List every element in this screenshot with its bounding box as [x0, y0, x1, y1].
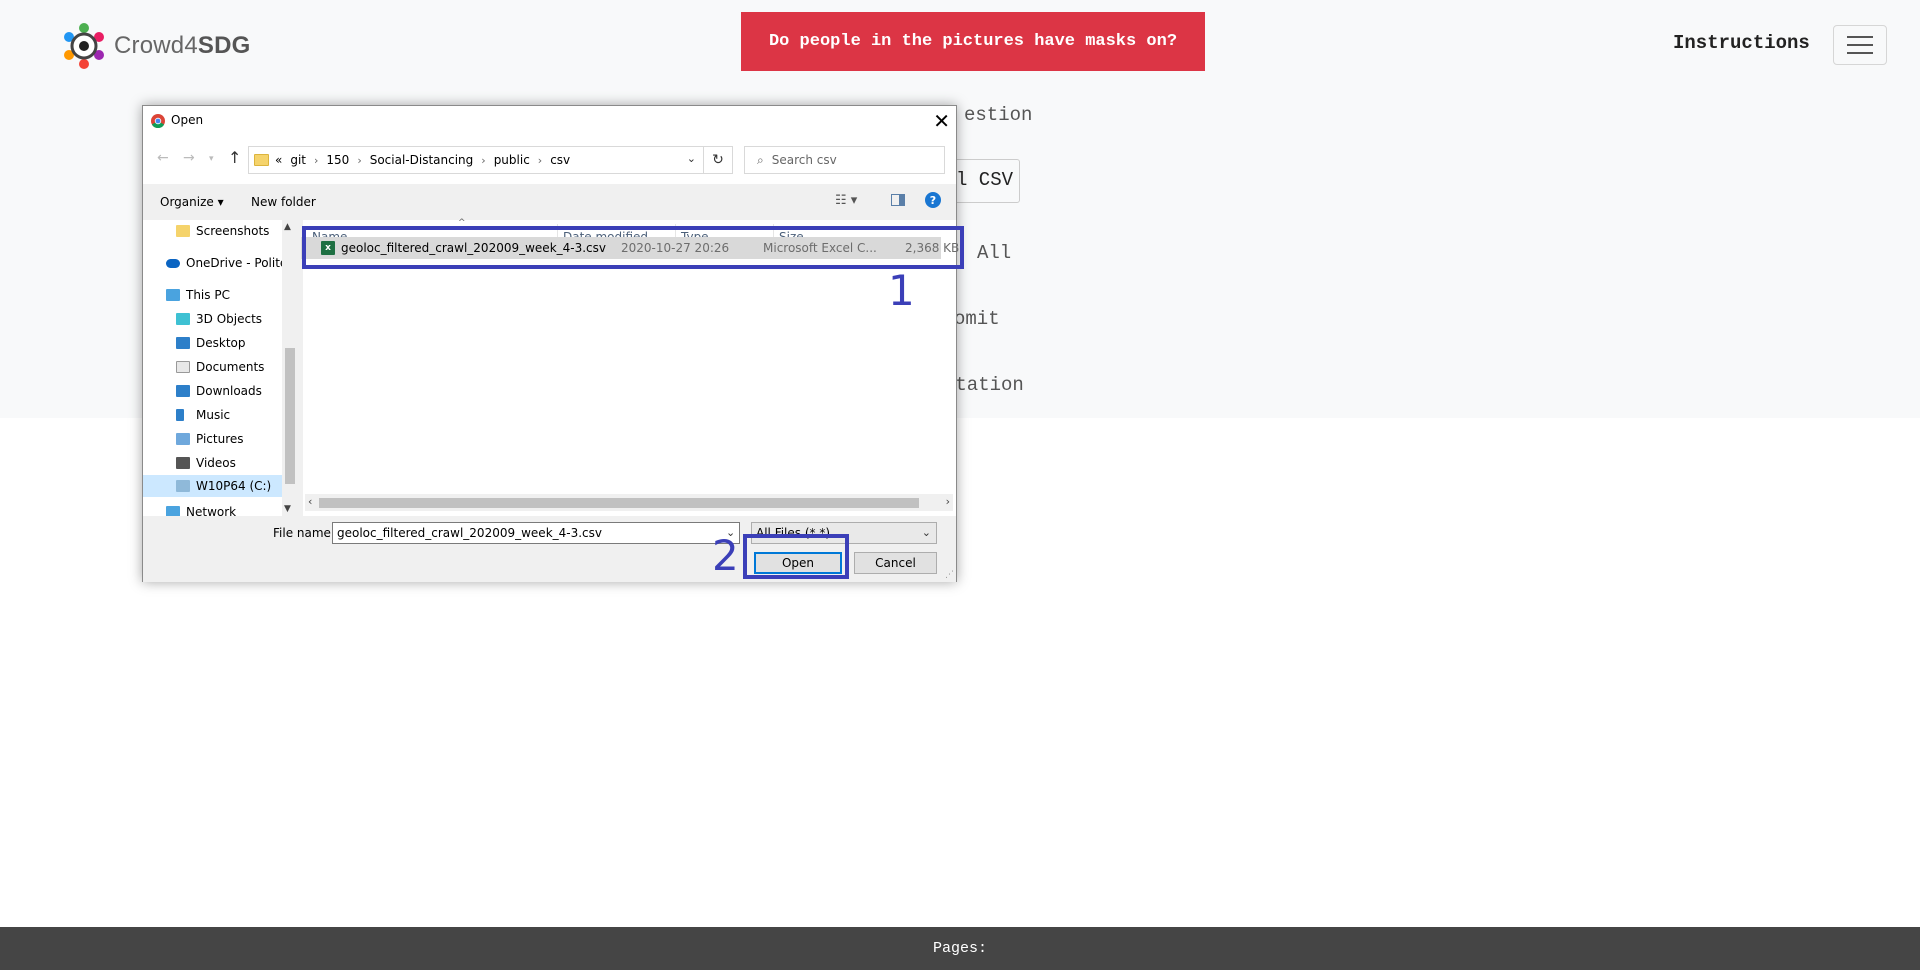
breadcrumb-separator-icon[interactable]: › [481, 154, 485, 167]
sidebar-item-pictures[interactable]: Pictures [176, 432, 244, 446]
upload-csv-label: l CSV [956, 169, 1014, 191]
file-list-horizontal-scrollbar[interactable]: ‹ › [305, 494, 953, 511]
navigation-pane: Screenshots OneDrive - Politec This PC 3… [143, 220, 298, 516]
breadcrumb-150[interactable]: 150 [326, 153, 349, 167]
close-icon[interactable]: ✕ [933, 109, 950, 133]
scrollbar-thumb[interactable] [285, 348, 295, 484]
videos-icon [176, 457, 190, 469]
scrollbar-thumb[interactable] [319, 498, 919, 508]
computer-icon [166, 289, 180, 301]
pictures-icon [176, 433, 190, 445]
breadcrumb-social-distancing[interactable]: Social-Distancing [370, 153, 474, 167]
sidebar-item-this-pc[interactable]: This PC [166, 288, 230, 302]
folder-icon [176, 225, 190, 237]
forward-arrow-icon[interactable]: → [183, 150, 195, 166]
hamburger-line [1847, 44, 1873, 46]
refresh-icon[interactable]: ↻ [703, 146, 732, 174]
navigation-bar: ← → ▾ ↑ « git › 150 › Social-Distancing … [143, 136, 956, 184]
cube-icon [176, 313, 190, 325]
brand-name: Crowd4SDG [114, 32, 251, 59]
dialog-toolbar: Organize ▾ New folder ☷ ▾ ? [143, 184, 956, 220]
dialog-title: Open [171, 113, 204, 127]
search-icon: ⌕ [757, 152, 764, 167]
music-icon [176, 409, 184, 421]
annotation-step-2: 2 [712, 531, 739, 580]
recent-locations-icon[interactable]: ▾ [209, 154, 214, 164]
search-input[interactable]: ⌕ Search csv [744, 146, 945, 174]
help-icon[interactable]: ? [925, 192, 941, 208]
sidebar-item-music[interactable]: Music [176, 408, 230, 422]
up-arrow-icon[interactable]: ↑ [228, 148, 241, 167]
cloud-icon [166, 258, 180, 268]
sidebar-item-documents[interactable]: Documents [176, 360, 264, 374]
pages-label: Pages: [932, 940, 987, 957]
sidebar-item-desktop[interactable]: Desktop [176, 336, 246, 350]
open-file-dialog: Open ✕ ← → ▾ ↑ « git › 150 › Social-Dist… [142, 105, 959, 582]
breadcrumb-separator-icon[interactable]: › [314, 154, 318, 167]
search-placeholder: Search csv [771, 153, 837, 167]
cancel-button[interactable]: Cancel [854, 552, 937, 574]
sidebar-item-videos[interactable]: Videos [176, 456, 236, 470]
organize-menu[interactable]: Organize ▾ [160, 195, 224, 209]
file-name-label: File name: [273, 526, 335, 540]
view-options-icon[interactable]: ☷ ▾ [835, 193, 857, 208]
hamburger-line [1847, 52, 1873, 54]
question-banner: Do people in the pictures have masks on? [741, 12, 1205, 71]
annotation-highlight-file [302, 226, 964, 269]
desktop-icon [176, 337, 190, 349]
folder-icon [254, 154, 269, 166]
navigation-pane-scrollbar[interactable]: ▲ ▼ [282, 220, 298, 516]
chevron-down-icon: ⌄ [921, 526, 931, 539]
footer: Pages: [0, 927, 1920, 970]
scroll-left-icon[interactable]: ‹ [308, 495, 312, 508]
sidebar-item-network[interactable]: Network [166, 505, 236, 516]
breadcrumb-separator-icon[interactable]: › [538, 154, 542, 167]
annotation-highlight-open [743, 534, 849, 579]
chrome-icon [151, 114, 165, 128]
documents-icon [176, 361, 190, 373]
file-name-input[interactable]: geoloc_filtered_crawl_202009_week_4-3.cs… [332, 522, 740, 544]
page-text-question: estion [964, 104, 1033, 126]
address-bar[interactable]: « git › 150 › Social-Distancing › public… [248, 146, 733, 174]
menu-toggle-button[interactable] [1833, 25, 1887, 65]
new-folder-button[interactable]: New folder [251, 195, 316, 209]
scroll-right-icon[interactable]: › [946, 495, 950, 508]
back-arrow-icon[interactable]: ← [157, 150, 169, 166]
breadcrumb-csv[interactable]: csv [550, 153, 570, 167]
sidebar-item-downloads[interactable]: Downloads [176, 384, 262, 398]
annotation-step-1: 1 [888, 266, 915, 315]
submit-button[interactable]: omit [954, 308, 1000, 330]
breadcrumb-public[interactable]: public [494, 153, 530, 167]
download-icon [176, 385, 190, 397]
breadcrumb-separator-icon[interactable]: › [357, 154, 361, 167]
sidebar-item-onedrive[interactable]: OneDrive - Politec [166, 256, 294, 270]
resize-grip-icon[interactable]: ⋰ [945, 570, 954, 580]
hamburger-line [1847, 36, 1873, 38]
sidebar-item-3d-objects[interactable]: 3D Objects [176, 312, 262, 326]
scroll-up-icon[interactable]: ▲ [284, 222, 291, 232]
select-all-button[interactable]: All [977, 242, 1011, 264]
crowd4sdg-logo-icon [64, 23, 104, 69]
dialog-titlebar[interactable]: Open ✕ [143, 106, 956, 136]
drive-icon [176, 480, 190, 492]
question-text: Do people in the pictures have masks on? [768, 32, 1178, 51]
sidebar-item-drive-c[interactable]: W10P64 (C:) [143, 475, 282, 497]
breadcrumb-overflow[interactable]: « [275, 153, 282, 167]
instructions-link[interactable]: Instructions [1673, 32, 1810, 54]
breadcrumb-git[interactable]: git [290, 153, 306, 167]
preview-pane-icon[interactable] [891, 194, 905, 206]
chevron-down-icon[interactable]: ⌄ [687, 152, 696, 165]
network-icon [166, 506, 180, 516]
sidebar-item-screenshots[interactable]: Screenshots [176, 224, 269, 238]
crowd4sdg-logo[interactable]: Crowd4SDG [60, 20, 251, 72]
scroll-down-icon[interactable]: ▼ [284, 504, 291, 514]
